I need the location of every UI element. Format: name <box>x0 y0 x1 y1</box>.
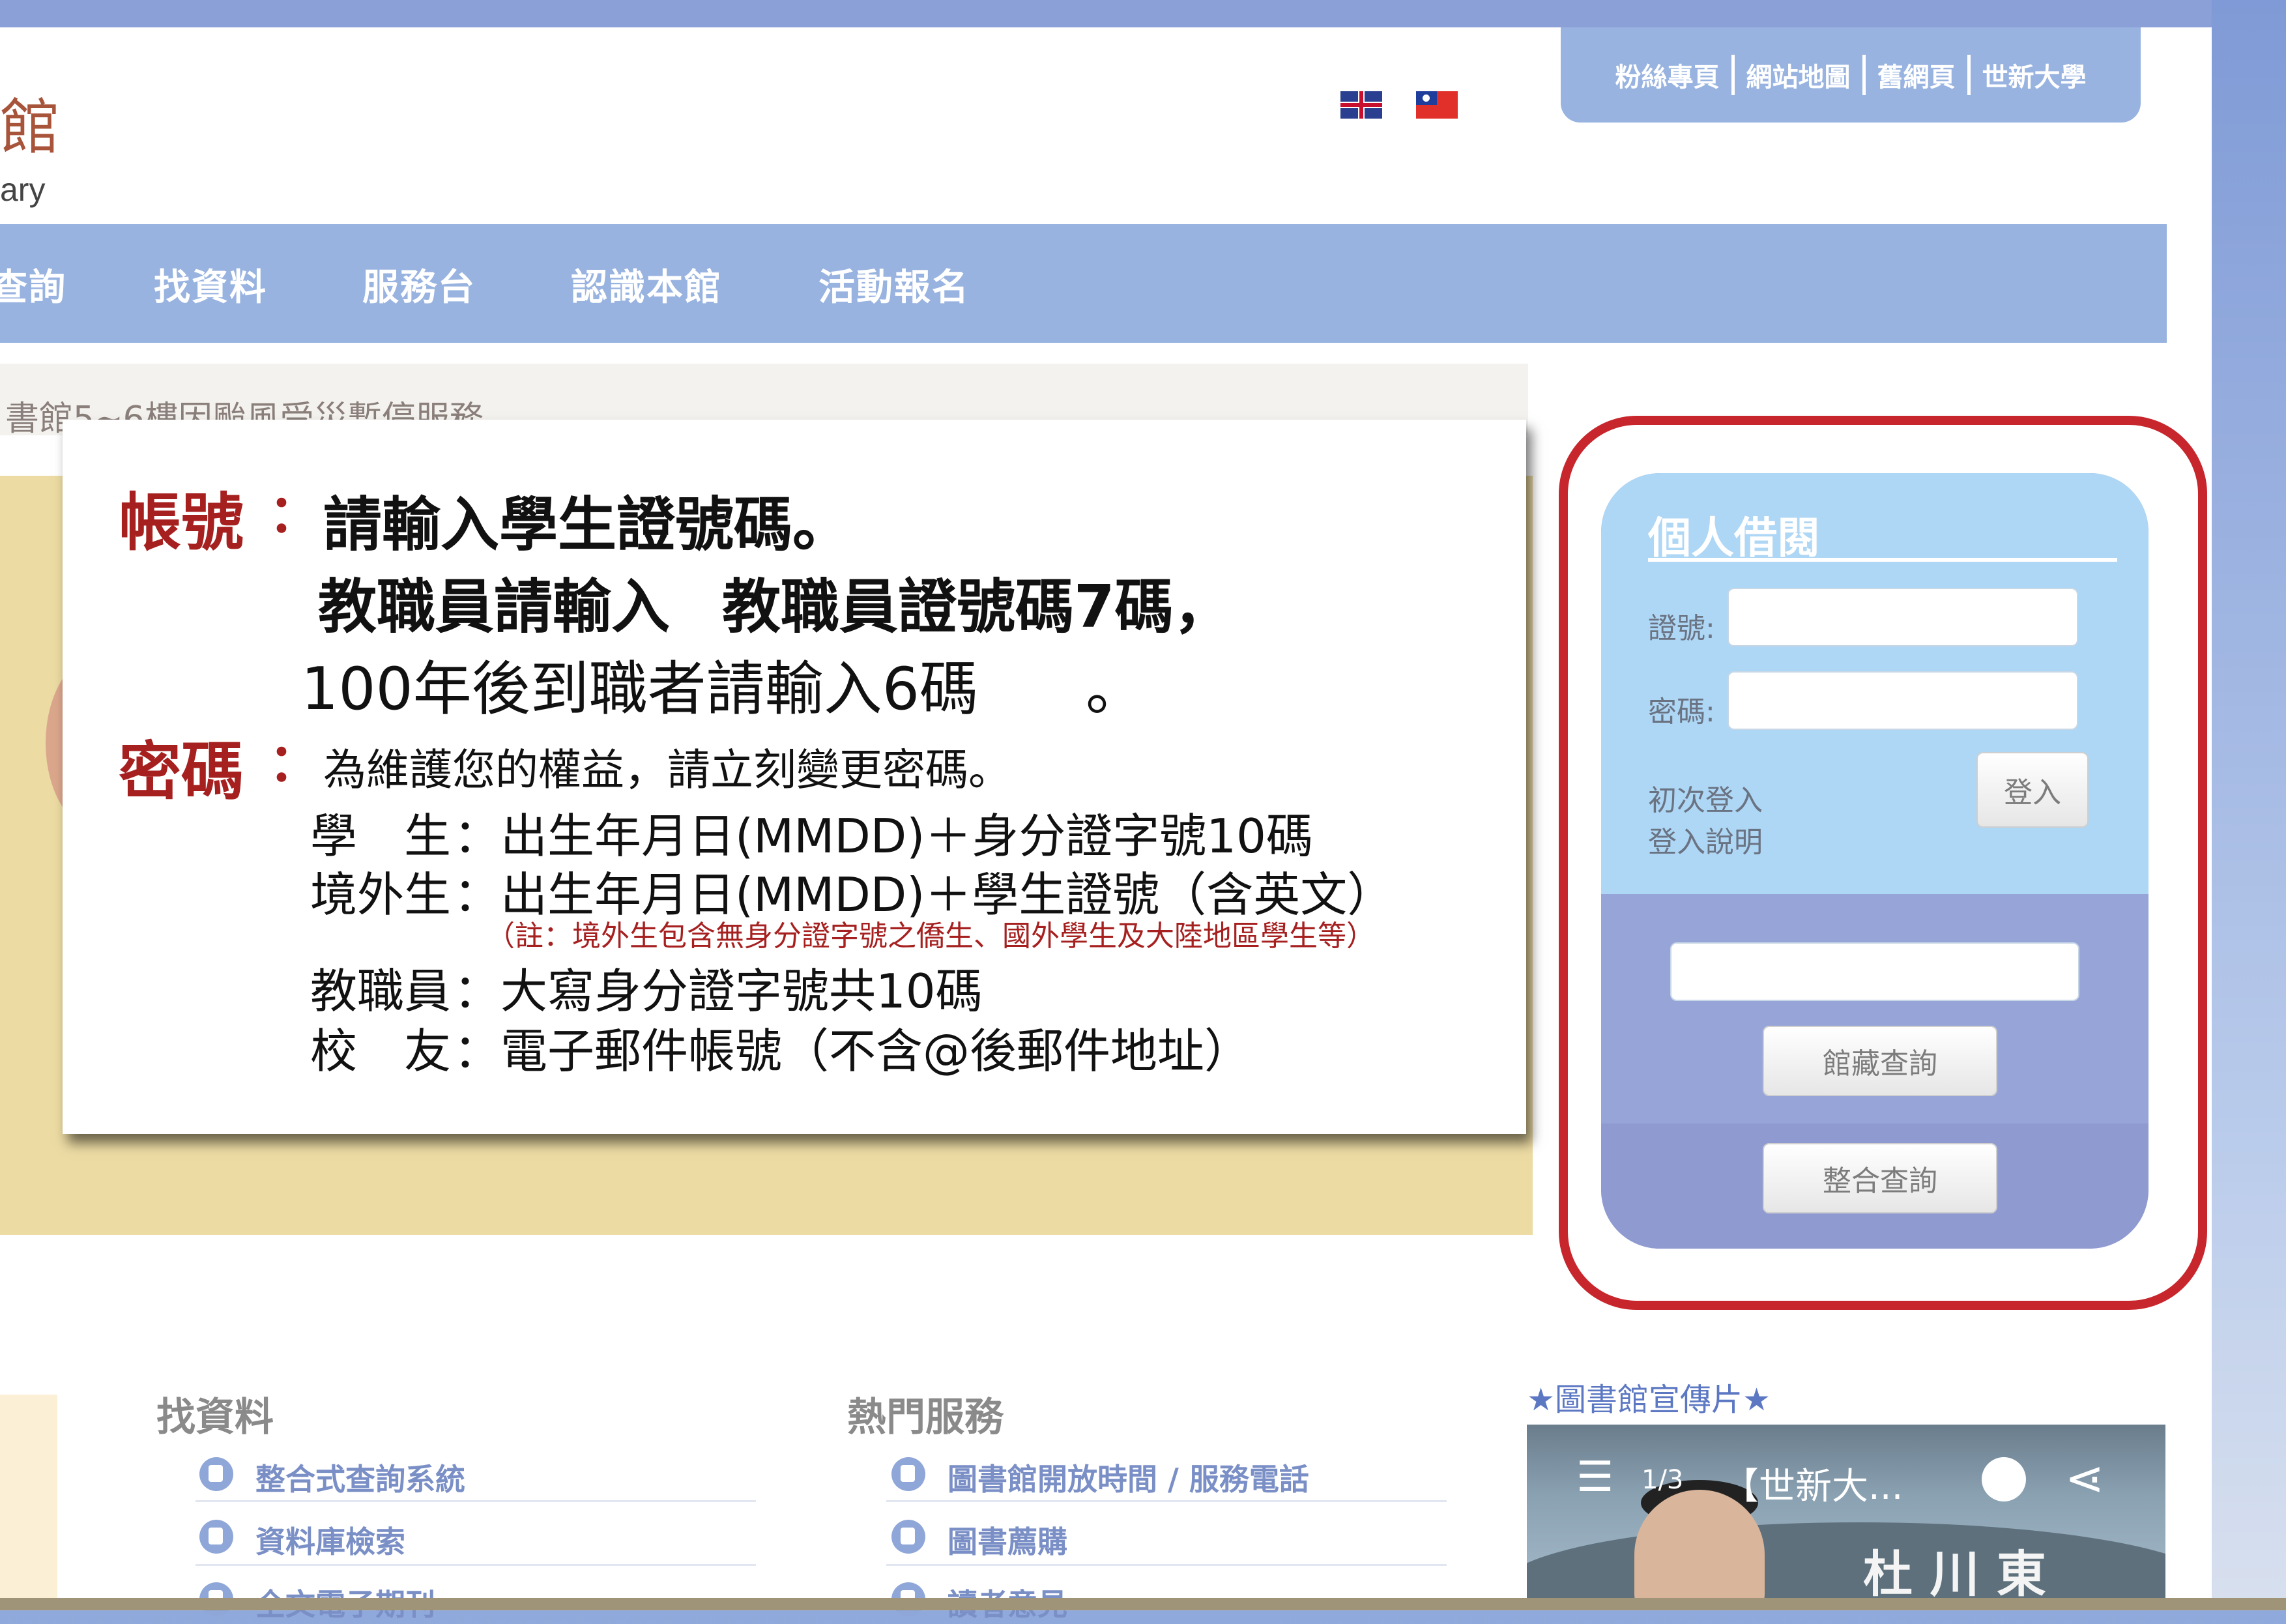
playlist-counter: 1/3 <box>1642 1465 1684 1495</box>
uk-flag-icon[interactable] <box>1340 91 1382 119</box>
nav-item-service[interactable]: 服務台 <box>362 258 476 311</box>
list-bullet-icon <box>199 1457 233 1491</box>
row-alumni-rule: 電子郵件帳號（不含@後郵件地址） <box>500 1024 1252 1079</box>
nav-item-search[interactable]: 查詢 <box>0 258 66 311</box>
old-site-link[interactable]: 舊網頁 <box>1866 56 1967 94</box>
row-staff-who: 教職員 <box>310 964 452 1019</box>
login-help-link[interactable]: 登入說明 <box>1648 819 1763 860</box>
password-colon: ： <box>268 732 321 793</box>
hot-item-purchase[interactable]: 圖書薦購 <box>948 1518 1067 1561</box>
university-link[interactable]: 世新大學 <box>1971 56 2098 94</box>
list-bullet-icon <box>891 1457 925 1491</box>
fan-page-link[interactable]: 粉絲專頁 <box>1604 56 1731 94</box>
nav-item-find[interactable]: 找資料 <box>154 258 267 311</box>
left-side-panel <box>0 1395 57 1603</box>
account-line-2b: 教職員證號碼7碼， <box>722 573 1232 641</box>
bottom-strip <box>0 1598 2286 1610</box>
overseas-note: （註：境外生包含無身分證字號之僑生、國外學生及大陸地區學生等） <box>486 920 1375 953</box>
find-item-integrated-search[interactable]: 整合式查詢系統 <box>255 1456 465 1499</box>
hot-section-title: 熱門服務 <box>847 1395 1004 1440</box>
panel-title-underline <box>1648 558 2117 562</box>
row-staff-rule: 大寫身分證字號共10碼 <box>500 964 983 1019</box>
promo-video-title: ★圖書館宣傳片★ <box>1527 1382 1771 1418</box>
nav-item-events[interactable]: 活動報名 <box>818 258 970 311</box>
catalog-search-button[interactable]: 館藏查詢 <box>1763 1026 1997 1096</box>
share-icon[interactable]: ⋖ <box>2065 1451 2104 1505</box>
account-colon: ： <box>268 484 321 544</box>
first-login-link[interactable]: 初次登入 <box>1648 777 1763 819</box>
account-line-1: 請輸入學生證號碼。 <box>323 491 851 559</box>
personal-borrowing-panel: 個人借閱 證號: 密碼: 初次登入 登入說明 登入 館藏查詢 整合查詢 <box>1601 473 2149 1249</box>
list-bullet-icon <box>199 1520 233 1554</box>
hot-item-hours[interactable]: 圖書館開放時間 / 服務電話 <box>948 1456 1309 1499</box>
main-nav: 查詢 找資料 服務台 認識本館 活動報名 <box>0 224 2167 343</box>
video-caption: 杜 川 東 <box>1863 1545 2046 1601</box>
account-line-3a: 100年後到職者請輸入6碼 <box>301 655 979 723</box>
screen: 館 ary 粉絲專頁 網站地圖 舊網頁 世新大學 查詢 找資料 服務台 認識本館… <box>0 0 2286 1622</box>
find-section-title: 找資料 <box>156 1395 274 1440</box>
watch-later-icon[interactable] <box>1982 1457 2026 1501</box>
row-alumni-sep: ： <box>454 1024 501 1079</box>
account-label: 帳號 <box>119 486 244 559</box>
library-logo-subtitle: ary <box>0 171 46 208</box>
catalog-search-input[interactable] <box>1670 942 2079 1001</box>
top-links-bar: 粉絲專頁 網站地圖 舊網頁 世新大學 <box>1561 27 2141 123</box>
id-label: 證號: <box>1648 612 1715 645</box>
login-instruction-callout: 帳號 ： 請輸入學生證號碼。 教職員請輸入 教職員證號碼7碼， 100年後到職者… <box>63 420 1526 1134</box>
id-input[interactable] <box>1728 588 2078 646</box>
video-title[interactable]: 【世新大... <box>1722 1457 1903 1510</box>
playlist-icon[interactable]: ☰ <box>1576 1453 1613 1501</box>
sitemap-link[interactable]: 網站地圖 <box>1735 56 1862 94</box>
password-label: 密碼 <box>119 735 244 808</box>
panel-title[interactable]: 個人借閱 <box>1648 503 1820 566</box>
top-strip <box>0 0 2212 27</box>
account-line-2a: 教職員請輸入 <box>318 573 670 641</box>
taiwan-flag-icon[interactable] <box>1416 91 1458 119</box>
account-line-3b: 。 <box>1086 655 1144 723</box>
find-item-database[interactable]: 資料庫檢索 <box>255 1518 405 1561</box>
row-overseas-who: 境外生 <box>310 867 452 922</box>
desktop-background <box>2212 0 2286 1610</box>
list-bullet-icon <box>891 1520 925 1554</box>
nav-item-about[interactable]: 認識本館 <box>571 258 722 311</box>
password-intro: 為維護您的權益，請立刻變更密碼。 <box>323 745 1011 795</box>
row-alumni-who: 校 友 <box>310 1024 452 1079</box>
password-field-label: 密碼: <box>1648 695 1715 729</box>
integrated-search-button[interactable]: 整合查詢 <box>1763 1143 1997 1213</box>
login-button[interactable]: 登入 <box>1976 752 2089 828</box>
row-staff-sep: ： <box>454 964 501 1019</box>
promo-video-player[interactable]: ☰ 1/3 【世新大... ⋖ 杜 川 東 <box>1527 1425 2165 1601</box>
password-input[interactable] <box>1728 671 2078 730</box>
library-logo[interactable]: 館 <box>0 98 60 158</box>
